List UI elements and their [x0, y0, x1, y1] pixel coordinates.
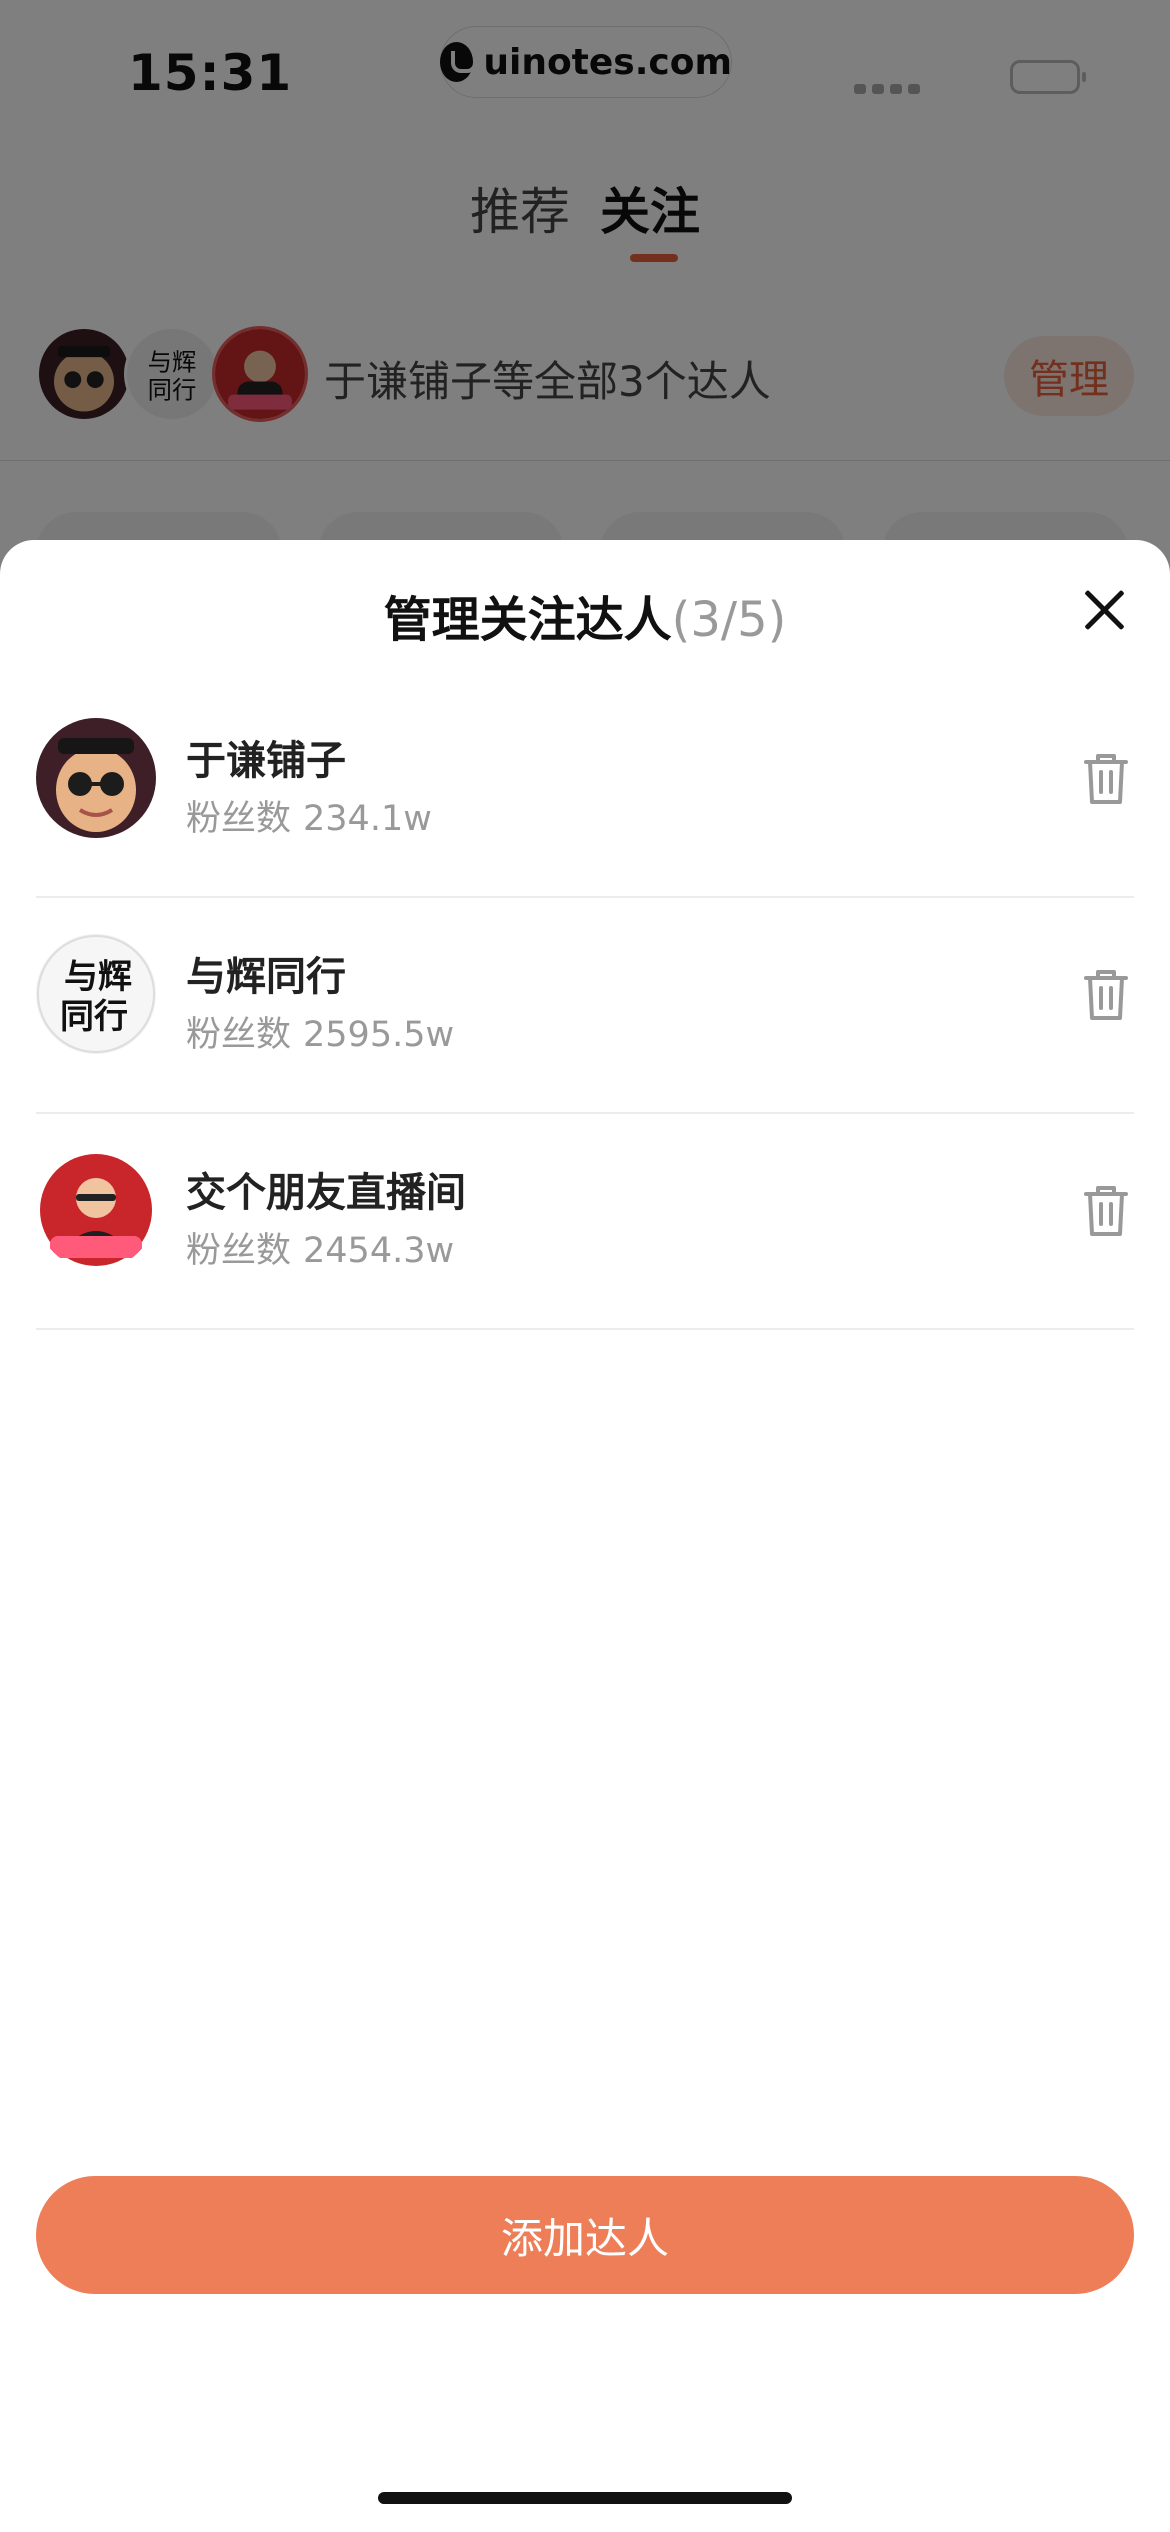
avatar	[36, 718, 156, 838]
influencer-name: 于谦铺子	[186, 738, 346, 784]
trash-icon[interactable]	[1082, 752, 1130, 806]
svg-text:同行: 同行	[60, 997, 128, 1037]
list-item: 与辉 同行 与辉同行 粉丝数 2595.5w	[36, 898, 1134, 1114]
influencer-name: 交个朋友直播间	[186, 1170, 466, 1216]
trash-icon[interactable]	[1082, 1184, 1130, 1238]
sheet-title: 管理关注达人(3/5)	[0, 580, 1170, 650]
sheet-title-count: (3/5)	[671, 592, 787, 648]
add-influencer-button[interactable]: 添加达人	[36, 2176, 1134, 2294]
influencer-list: 于谦铺子 粉丝数 234.1w 与辉 同行 与辉同行 粉丝数 2595.5w 交…	[36, 682, 1134, 1330]
close-icon[interactable]	[1076, 582, 1132, 638]
avatar	[36, 1150, 156, 1270]
trash-icon[interactable]	[1082, 968, 1130, 1022]
influencer-fans: 粉丝数 2454.3w	[186, 1231, 455, 1271]
manage-influencers-sheet: 管理关注达人(3/5) 于谦铺子 粉丝数 234.1w 与辉 同行 与辉同行 粉丝数…	[0, 540, 1170, 2532]
influencer-fans: 粉丝数 234.1w	[186, 799, 432, 839]
influencer-name: 与辉同行	[186, 954, 346, 1000]
home-indicator	[378, 2492, 792, 2504]
svg-text:与辉: 与辉	[64, 957, 132, 997]
sheet-title-text: 管理关注达人	[383, 592, 672, 648]
list-item: 交个朋友直播间 粉丝数 2454.3w	[36, 1114, 1134, 1330]
influencer-fans: 粉丝数 2595.5w	[186, 1015, 455, 1055]
avatar: 与辉 同行	[36, 934, 156, 1054]
list-item: 于谦铺子 粉丝数 234.1w	[36, 682, 1134, 898]
